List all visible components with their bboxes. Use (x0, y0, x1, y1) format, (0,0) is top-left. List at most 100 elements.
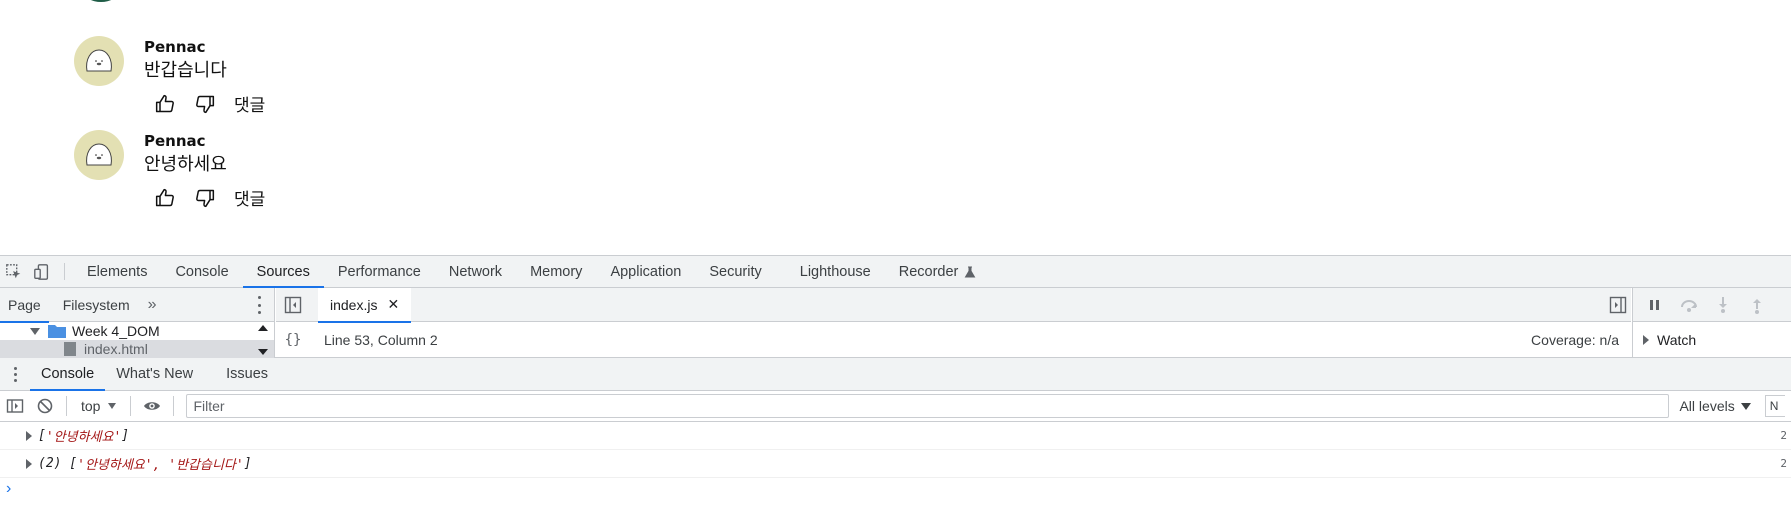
tab-sources[interactable]: Sources (242, 256, 325, 288)
tab-application[interactable]: Application (596, 256, 695, 287)
like-button[interactable] (154, 93, 176, 115)
devtools-panel: Elements Console Sources Performance Net… (0, 255, 1791, 511)
drawer-tab-issues[interactable]: Issues (204, 358, 279, 390)
drawer-tab-whats-new[interactable]: What's New (105, 358, 204, 390)
editor-tabs: index.js ✕ (276, 287, 1631, 323)
navigator-menu-icon[interactable] (258, 296, 262, 314)
tab-recorder-label: Recorder (898, 263, 959, 280)
devtools-main-toolbar: Elements Console Sources Performance Net… (0, 255, 1791, 288)
file-tab-label: index.js (330, 296, 378, 313)
scroll-down-icon[interactable] (258, 349, 268, 355)
pause-icon[interactable] (1645, 295, 1665, 315)
tab-elements[interactable]: Elements (73, 256, 161, 287)
like-button[interactable] (154, 187, 176, 209)
pretty-print-button[interactable]: {} (276, 332, 310, 348)
tree-file-index-html[interactable]: index.html (0, 340, 274, 358)
editor-status-bar: {} Line 53, Column 2 Coverage: n/a (276, 322, 1631, 357)
clear-console-button[interactable] (30, 391, 60, 421)
dislike-button[interactable] (194, 187, 216, 209)
clear-icon (37, 398, 53, 414)
watch-section[interactable]: Watch (1633, 322, 1791, 357)
step-out-icon[interactable] (1747, 295, 1767, 315)
toolbar-divider (130, 396, 132, 416)
sidebar-toggle-icon (6, 399, 24, 413)
comment-author: Pennac (144, 132, 206, 150)
expand-arrow-icon[interactable] (26, 430, 32, 441)
file-tab-index-js[interactable]: index.js ✕ (318, 287, 412, 323)
thumbs-down-icon (196, 189, 215, 207)
device-toolbar-button[interactable] (28, 256, 56, 287)
context-selector[interactable]: top (73, 398, 124, 414)
avatar[interactable] (74, 36, 124, 86)
comment-text: 안녕하세요 (144, 154, 227, 175)
thumbs-up-icon (155, 94, 174, 112)
eye-icon (144, 402, 161, 410)
tab-memory[interactable]: Memory (516, 256, 596, 287)
comment-item: Pennac 반갑습니다 댓글 (74, 36, 674, 128)
toggle-debugger-icon[interactable] (1609, 296, 1627, 314)
comment-actions: 댓글 (154, 185, 265, 210)
message-source-link[interactable]: 2 (1780, 457, 1787, 470)
console-prompt[interactable]: › (0, 478, 1791, 500)
debugger-pane: Watch (1632, 288, 1791, 358)
toolbar-divider (173, 396, 175, 416)
message-source-link[interactable]: 2 (1780, 429, 1787, 442)
tab-network[interactable]: Network (435, 256, 516, 287)
dropdown-arrow-icon (108, 403, 117, 409)
tab-filesystem[interactable]: Filesystem (55, 288, 138, 322)
inspect-cursor-icon (6, 263, 21, 278)
folder-icon (48, 325, 66, 338)
folder-label: Week 4_DOM (72, 323, 160, 339)
tab-recorder[interactable]: Recorder (885, 256, 991, 287)
console-message[interactable]: [ '안녕하세요' ] 2 (0, 422, 1791, 450)
toolbar-divider (66, 396, 67, 416)
inspect-element-button[interactable] (0, 256, 28, 287)
expand-caret-icon (1643, 334, 1649, 345)
log-levels-label: All levels (1679, 398, 1735, 414)
live-expression-button[interactable] (137, 391, 167, 421)
reply-button[interactable]: 댓글 (234, 185, 265, 210)
file-label: index.html (84, 341, 148, 357)
tab-performance[interactable]: Performance (324, 256, 435, 287)
expand-arrow-icon[interactable] (26, 458, 32, 469)
tab-console[interactable]: Console (161, 256, 242, 287)
flask-icon (964, 266, 976, 277)
navigator-tabs: Page Filesystem » (0, 288, 274, 323)
dropdown-arrow-icon (1740, 402, 1751, 410)
dislike-button[interactable] (194, 93, 216, 115)
drawer-tab-console[interactable]: Console (30, 358, 106, 391)
file-icon (64, 342, 76, 356)
tab-security[interactable]: Security (695, 256, 775, 287)
debugger-toolbar (1633, 288, 1791, 322)
toggle-navigator-button[interactable] (276, 288, 310, 322)
reply-button[interactable]: 댓글 (234, 91, 265, 116)
tab-page[interactable]: Page (0, 288, 49, 323)
close-icon[interactable]: ✕ (387, 296, 399, 313)
prompt-chevron-icon: › (6, 480, 12, 497)
scroll-up-icon[interactable] (258, 325, 268, 331)
message-suffix: ] (121, 428, 130, 443)
expand-caret-icon (30, 327, 40, 335)
console-filter-input[interactable] (186, 394, 1670, 418)
message-values: '안녕하세요', '반갑습니다' (77, 458, 244, 473)
log-levels-dropdown[interactable]: All levels (1679, 398, 1751, 414)
more-tabs-button[interactable]: » (138, 296, 167, 314)
tree-folder-week4[interactable]: Week 4_DOM (0, 322, 274, 340)
tree-scrollbar[interactable] (256, 322, 270, 358)
drawer-menu-icon[interactable] (0, 358, 30, 390)
page-content: Pennac 반갑습니다 댓글 Pennac 안녕하세요 댓글 (0, 0, 1791, 255)
watch-label: Watch (1657, 331, 1697, 348)
comment-author: Pennac (144, 38, 206, 56)
comment-actions: 댓글 (154, 91, 265, 116)
avatar[interactable] (74, 130, 124, 180)
step-into-icon[interactable] (1713, 295, 1733, 315)
tab-lighthouse[interactable]: Lighthouse (776, 256, 885, 287)
message-prefix: (2) [ (38, 456, 78, 471)
console-settings-button[interactable]: N (1764, 395, 1785, 417)
console-message[interactable]: (2) [ '안녕하세요', '반갑습니다' ] 2 (0, 450, 1791, 478)
step-over-icon[interactable] (1679, 295, 1699, 315)
show-sidebar-button[interactable] (0, 391, 30, 421)
context-label: top (81, 398, 101, 414)
sidebar-toggle-icon (284, 296, 302, 313)
coverage-status: Coverage: n/a (1531, 331, 1619, 348)
